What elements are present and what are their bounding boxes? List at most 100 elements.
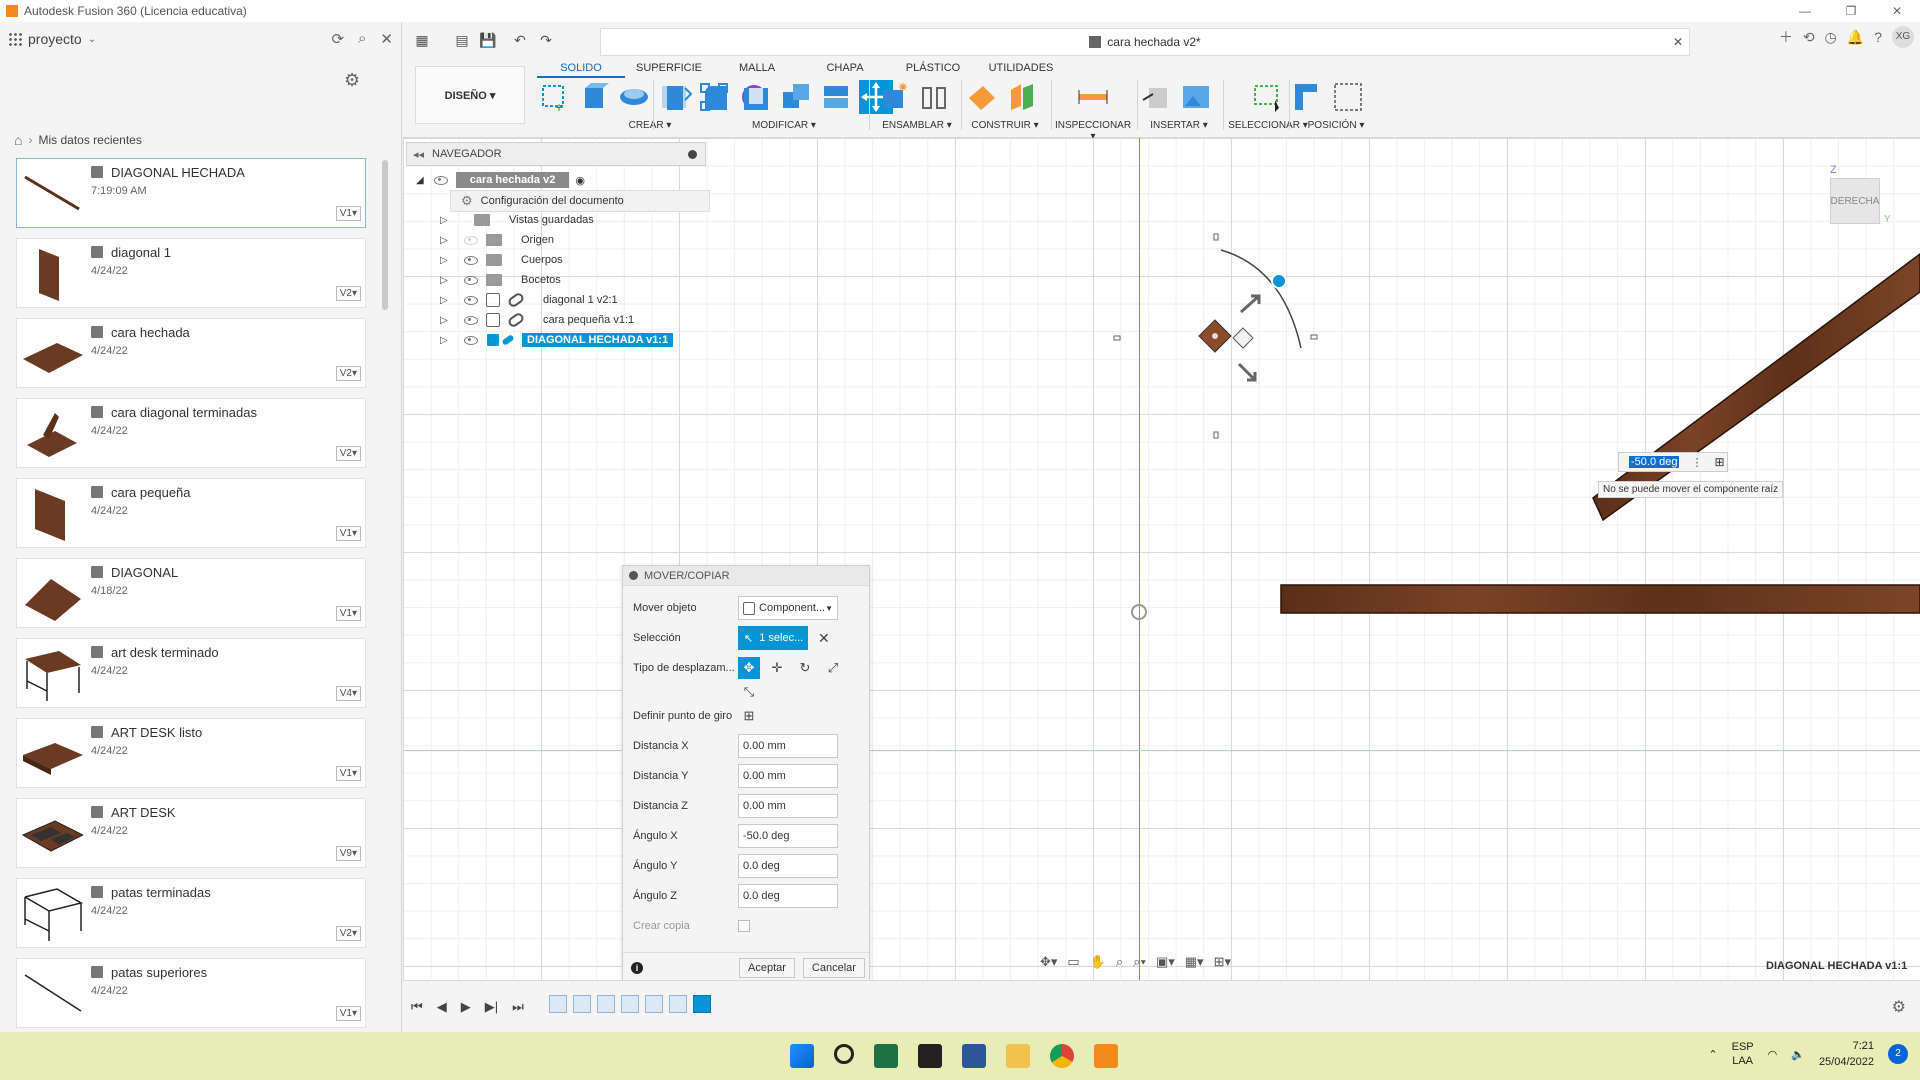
measure-icon[interactable] bbox=[1076, 80, 1110, 114]
fillet-icon[interactable] bbox=[699, 80, 733, 114]
workspace-switcher[interactable]: DISEÑO ▾ bbox=[415, 66, 525, 124]
select-window-icon[interactable] bbox=[1251, 80, 1285, 114]
visibility-eye-icon[interactable] bbox=[464, 295, 478, 305]
version-badge[interactable]: V1▾ bbox=[335, 606, 361, 621]
zoom-window-icon[interactable]: ⌕▾ bbox=[1133, 954, 1146, 970]
tree-row-component[interactable]: ▷ diagonal 1 v2:1 bbox=[440, 290, 623, 310]
create-sketch-icon[interactable]: + bbox=[537, 80, 571, 115]
selection-button[interactable]: ↖ 1 selec... bbox=[738, 626, 808, 650]
document-tab[interactable]: cara hechada v2* ✕ bbox=[600, 28, 1690, 56]
tree-label[interactable]: Origen bbox=[516, 233, 559, 247]
viewcube[interactable]: Z DERECHA Y bbox=[1824, 164, 1891, 228]
visibility-eye-icon[interactable] bbox=[464, 235, 478, 245]
file-explorer-icon[interactable] bbox=[1006, 1044, 1030, 1068]
activate-radio-icon[interactable]: ◉ bbox=[575, 174, 585, 187]
file-menu-icon[interactable]: ▤ bbox=[449, 32, 475, 49]
list-item[interactable]: ART DESK listo 4/24/22 V1▾ bbox=[16, 718, 366, 788]
insert-derive-icon[interactable] bbox=[1139, 80, 1173, 114]
minimize-button[interactable]: — bbox=[1782, 0, 1828, 22]
revert-position-icon[interactable] bbox=[1331, 80, 1365, 114]
expand-arrow-icon[interactable]: ▷ bbox=[440, 255, 450, 266]
tree-row-sketches[interactable]: ▷ Bocetos bbox=[440, 270, 566, 290]
visibility-eye-icon[interactable] bbox=[464, 315, 478, 325]
rotation-arc[interactable] bbox=[1220, 249, 1302, 349]
sticky-notes-icon[interactable] bbox=[918, 1044, 942, 1068]
redo-icon[interactable]: ↷ bbox=[533, 32, 559, 49]
tree-row-component[interactable]: ▷ cara pequeña v1:1 bbox=[440, 310, 639, 330]
step-back-icon[interactable]: ◀ bbox=[437, 999, 447, 1015]
list-item[interactable]: DIAGONAL HECHADA 7:19:09 AM V1▾ bbox=[16, 158, 366, 228]
go-to-start-icon[interactable]: ⏮ bbox=[411, 999, 423, 1015]
viewcube-face[interactable]: DERECHA bbox=[1830, 178, 1880, 224]
tree-row-component-selected[interactable]: ▷ DIAGONAL HECHADA v1:1 bbox=[440, 330, 674, 350]
timeline-feature[interactable] bbox=[669, 995, 687, 1013]
tree-root-label[interactable]: cara hechada v2 bbox=[455, 172, 570, 188]
display-settings-icon[interactable]: ▣▾ bbox=[1156, 954, 1175, 970]
search-icon[interactable]: ⌕ bbox=[358, 30, 366, 48]
apps-grid-icon[interactable] bbox=[8, 32, 22, 46]
version-badge[interactable]: V4▾ bbox=[335, 686, 361, 701]
group-modificar-label[interactable]: MODIFICAR ▾ bbox=[659, 120, 909, 131]
distance-z-input[interactable]: 0.00 mm bbox=[738, 794, 838, 818]
timeline-feature[interactable] bbox=[645, 995, 663, 1013]
viewports-icon[interactable]: ⊞▾ bbox=[1214, 954, 1231, 970]
revolve-icon[interactable] bbox=[617, 80, 651, 114]
distance-y-input[interactable]: 0.00 mm bbox=[738, 764, 838, 788]
tab-plastico[interactable]: PLÁSTICO bbox=[889, 60, 977, 78]
timeline-feature-active[interactable] bbox=[693, 995, 711, 1013]
tree-label[interactable]: DIAGONAL HECHADA v1:1 bbox=[522, 333, 674, 347]
combine-icon[interactable] bbox=[779, 80, 813, 114]
collapse-dialog-icon[interactable] bbox=[629, 571, 638, 580]
visibility-eye-icon[interactable] bbox=[433, 175, 448, 185]
info-icon[interactable]: i bbox=[631, 961, 643, 974]
user-avatar[interactable]: XG bbox=[1892, 26, 1914, 48]
press-pull-icon[interactable] bbox=[659, 80, 693, 114]
wifi-icon[interactable]: ◠ bbox=[1768, 1048, 1778, 1061]
free-move-icon[interactable]: ✥ bbox=[738, 657, 760, 679]
zoom-icon[interactable]: ⌕ bbox=[1116, 954, 1123, 970]
rotate-icon[interactable]: ↻ bbox=[794, 657, 816, 679]
look-at-icon[interactable]: ▭ bbox=[1067, 954, 1079, 970]
document-settings-label[interactable]: Configuración del documento bbox=[481, 195, 624, 207]
close-tab-icon[interactable]: ✕ bbox=[1673, 35, 1683, 49]
group-posicion-label[interactable]: POSICIÓN ▾ bbox=[1291, 120, 1381, 131]
point-to-position-icon[interactable]: ⤡ bbox=[738, 681, 760, 703]
offset-plane-icon[interactable] bbox=[965, 80, 999, 114]
move-arrow-up[interactable] bbox=[1240, 294, 1261, 314]
chevron-down-icon[interactable]: ⌄ bbox=[88, 34, 96, 45]
visibility-eye-icon[interactable] bbox=[464, 335, 478, 345]
extrude-icon[interactable] bbox=[577, 80, 611, 114]
insert-canvas-icon[interactable] bbox=[1179, 80, 1213, 114]
tree-label[interactable]: Vistas guardadas bbox=[504, 213, 599, 227]
timeline-feature[interactable] bbox=[573, 995, 591, 1013]
clear-selection-icon[interactable]: ✕ bbox=[818, 630, 830, 647]
language-indicator[interactable]: ESP LAA bbox=[1732, 1040, 1754, 1068]
pivot-icon[interactable]: ⊞ bbox=[1714, 455, 1724, 469]
timeline-feature[interactable] bbox=[597, 995, 615, 1013]
timeline-feature[interactable] bbox=[621, 995, 639, 1013]
go-to-end-icon[interactable]: ⏭ bbox=[512, 999, 524, 1015]
new-tab-icon[interactable]: ＋ bbox=[1779, 27, 1793, 47]
job-status-icon[interactable]: ◷ bbox=[1825, 29, 1837, 46]
tab-malla[interactable]: MALLA bbox=[713, 60, 801, 78]
breadcrumb-recent[interactable]: Mis datos recientes bbox=[38, 133, 141, 147]
data-panel-scrollbar[interactable] bbox=[382, 160, 388, 310]
fusion-taskbar-icon[interactable] bbox=[1094, 1044, 1118, 1068]
angle-input-box[interactable]: -50.0 deg ⋮ ⊞ bbox=[1618, 452, 1728, 472]
timeline-settings-gear-icon[interactable]: ⚙ bbox=[1892, 997, 1906, 1017]
list-item[interactable]: cara pequeña 4/24/22 V1▾ bbox=[16, 478, 366, 548]
angle-y-input[interactable]: 0.0 deg bbox=[738, 854, 838, 878]
windows-start-icon[interactable] bbox=[790, 1044, 814, 1068]
grid-settings-icon[interactable]: ▦▾ bbox=[1185, 954, 1204, 970]
version-badge[interactable]: V9▾ bbox=[335, 846, 361, 861]
angle-z-input[interactable]: 0.0 deg bbox=[738, 884, 838, 908]
angle-x-input[interactable]: -50.0 deg bbox=[738, 824, 838, 848]
list-item[interactable]: art desk terminado 4/24/22 V4▾ bbox=[16, 638, 366, 708]
undo-icon[interactable]: ↶ bbox=[507, 32, 533, 49]
tree-label[interactable]: diagonal 1 v2:1 bbox=[538, 293, 623, 307]
help-icon[interactable]: ? bbox=[1874, 29, 1882, 45]
point-to-point-icon[interactable]: ⤢ bbox=[822, 657, 844, 679]
group-insertar-label[interactable]: INSERTAR ▾ bbox=[1139, 120, 1219, 131]
chevron-up-icon[interactable]: ⌃ bbox=[1708, 1048, 1717, 1061]
midplane-icon[interactable] bbox=[1005, 80, 1039, 114]
